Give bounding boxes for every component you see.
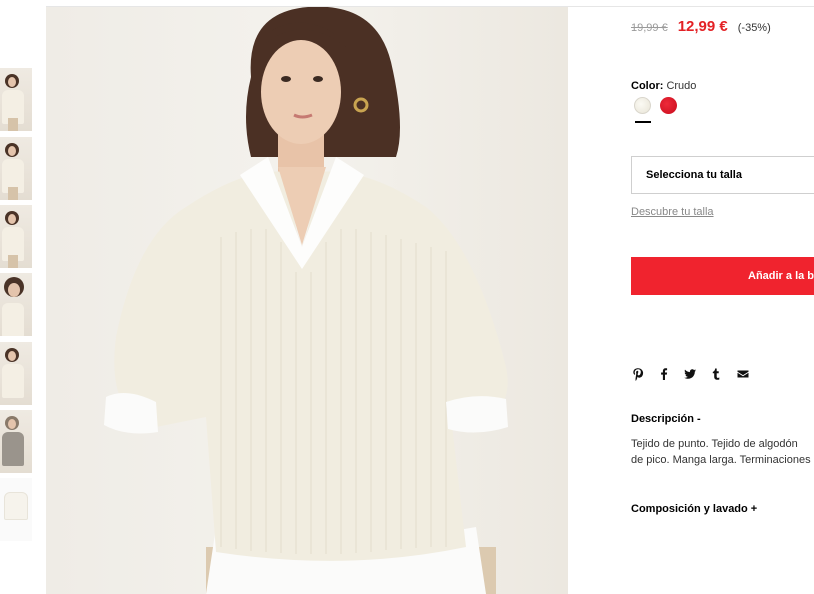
- facebook-icon[interactable]: [657, 367, 671, 381]
- pinterest-icon[interactable]: [631, 367, 645, 381]
- discount-badge: (-35%): [737, 22, 771, 34]
- size-guide-link[interactable]: Descubre tu talla: [631, 206, 714, 218]
- price-row: 19,99 € 12,99 € (-35%): [631, 18, 771, 35]
- thumbnail-5[interactable]: [0, 342, 32, 405]
- email-icon[interactable]: [736, 367, 750, 381]
- thumbnail-6[interactable]: [0, 410, 32, 473]
- thumbnail-4[interactable]: [0, 273, 32, 336]
- add-to-bag-button[interactable]: Añadir a la bolsa: [631, 257, 814, 295]
- color-label: Color: Crudo: [631, 80, 696, 92]
- composition-toggle[interactable]: Composición y lavado +: [631, 503, 757, 515]
- description-line-1: Tejido de punto. Tejido de algodón: [631, 438, 798, 450]
- description-line-2: de pico. Manga larga. Terminaciones: [631, 454, 811, 466]
- color-swatch-red[interactable]: [660, 97, 677, 114]
- description-toggle[interactable]: Descripción -: [631, 413, 701, 425]
- tumblr-icon[interactable]: [709, 367, 723, 381]
- thumbnail-2[interactable]: [0, 137, 32, 200]
- product-main-image[interactable]: [46, 7, 568, 594]
- color-label-title: Color:: [631, 80, 664, 92]
- thumbnail-1[interactable]: [0, 68, 32, 131]
- model-illustration: [104, 7, 508, 594]
- sale-price: 12,99 €: [677, 18, 728, 35]
- color-swatch-crudo[interactable]: [634, 97, 651, 114]
- size-select[interactable]: Selecciona tu talla: [631, 156, 814, 194]
- thumbnail-3[interactable]: [0, 205, 32, 268]
- color-name: Crudo: [666, 80, 697, 92]
- thumbnail-7[interactable]: [0, 478, 32, 541]
- description-text: Tejido de punto. Tejido de algodón de pi…: [631, 436, 814, 468]
- original-price: 19,99 €: [631, 22, 668, 34]
- selected-swatch-indicator: [635, 121, 651, 123]
- twitter-icon[interactable]: [683, 367, 697, 381]
